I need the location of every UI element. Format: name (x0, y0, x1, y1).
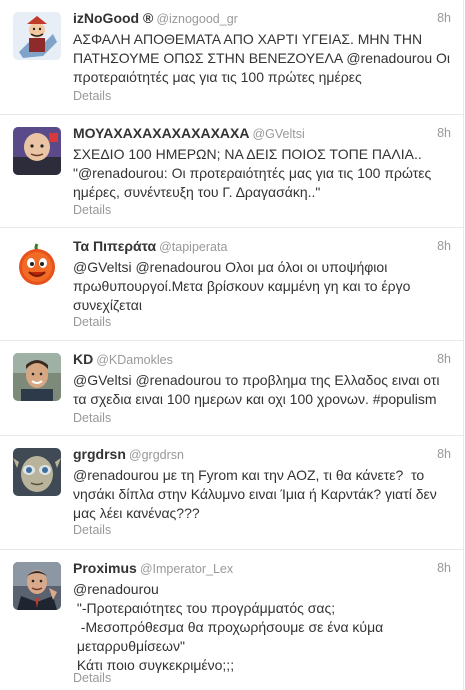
details-link[interactable]: Details (73, 411, 111, 425)
tweet-text-line: συνεχίζεται (73, 297, 142, 313)
author-handle[interactable]: @GVeltsi (252, 127, 304, 141)
details-link[interactable]: Details (73, 671, 111, 685)
tweet-text-line: @GVeltsi @renadourou Ολοι μα όλοι οι υπο… (73, 259, 388, 275)
tweet-text-line: πρωθυπουργοί.Μετα βρίσκουν καμμένη γη κα… (73, 278, 411, 294)
tweet-text: @renadourou "-Προτεραιότητες του προγράμ… (73, 580, 451, 675)
author-name[interactable]: Τα Πιπεράτα (73, 238, 156, 254)
tweet-item[interactable]: KD @KDamokles 8h @GVeltsi @renadourou το … (0, 341, 463, 436)
author-name[interactable]: Proximus (73, 560, 137, 576)
tweet-timestamp[interactable]: 8h (437, 561, 451, 575)
tweet-text-line: προτεραιότητές μας για τις 100 πρώτες ημ… (73, 69, 362, 85)
tweet-text-line: μεταρρυθμίσεων" (73, 638, 185, 654)
author-handle[interactable]: @grgdrsn (129, 448, 184, 462)
author-name[interactable]: grgdrsn (73, 446, 126, 462)
tweet-header: grgdrsn @grgdrsn 8h (73, 446, 451, 464)
author-name[interactable]: KD (73, 351, 93, 367)
pepper-mascot-avatar-icon[interactable] (13, 240, 61, 288)
tweet-text-line: ΣΧΕΔΙΟ 100 ΗΜΕΡΩΝ; ΝΑ ΔΕΙΣ ΠΟΙΟΣ ΤΟΠΕ ΠΑ… (73, 146, 422, 162)
tweet-item[interactable]: Proximus @Imperator_Lex 8h @renadourou "-… (0, 550, 463, 690)
tweet-timestamp[interactable]: 8h (437, 126, 451, 140)
tweet-item[interactable]: Τα Πιπεράτα @tapiperata 8h @GVeltsi @rena… (0, 228, 463, 341)
tweet-timestamp[interactable]: 8h (437, 239, 451, 253)
author-handle[interactable]: @iznogood_gr (156, 12, 238, 26)
tweet-text-line: Κάτι ποιο συγκεκριμένο;;; (73, 657, 235, 673)
details-link[interactable]: Details (73, 523, 111, 537)
details-link[interactable]: Details (73, 315, 111, 329)
details-link[interactable]: Details (73, 203, 111, 217)
tweet-timestamp[interactable]: 8h (437, 352, 451, 366)
author-handle[interactable]: @tapiperata (159, 240, 227, 254)
tweet-timestamp[interactable]: 8h (437, 11, 451, 25)
gollum-avatar-icon[interactable] (13, 448, 61, 496)
tweet-text: ΑΣΦΑΛΗ ΑΠΟΘΕΜΑΤΑ ΑΠΟ ΧΑΡΤΙ ΥΓΕΙΑΣ. ΜΗΝ Τ… (73, 30, 451, 87)
tweet-text-line: @renadourou (73, 581, 159, 597)
tweet-text: @GVeltsi @renadourou Ολοι μα όλοι οι υπο… (73, 258, 451, 315)
details-link[interactable]: Details (73, 89, 111, 103)
tweet-text-line: ΠΑΤΗΣΟΥΜΕ ΟΠΩΣ ΣΤΗΝ ΒΕΝΕΖΟΥΕΛΑ @renadour… (73, 50, 451, 66)
tweet-header: izNoGood ® @iznogood_gr 8h (73, 10, 451, 28)
tweet-text: ΣΧΕΔΙΟ 100 ΗΜΕΡΩΝ; ΝΑ ΔΕΙΣ ΠΟΙΟΣ ΤΟΠΕ ΠΑ… (73, 145, 451, 202)
author-handle[interactable]: @KDamokles (96, 353, 173, 367)
tweet-text-line: ημέρες, συνέντευξη του Γ. Δραγασάκη.." (73, 184, 321, 200)
tweet-feed: izNoGood ® @iznogood_gr 8h ΑΣΦΑΛΗ ΑΠΟΘΕΜΑ… (0, 0, 464, 690)
tweet-text: @renadourou με τη Fyrom και την ΑΟΖ, τι … (73, 466, 451, 523)
tweet-text-line: -Μεσοπρόθεσμα θα προχωρήσουμε σε ένα κύμ… (73, 619, 384, 635)
tweet-text: @GVeltsi @renadourou το προβλημα της Ελλ… (73, 371, 451, 409)
tweet-text-line: @GVeltsi @renadourou το προβλημα της Ελλ… (73, 372, 440, 388)
tweet-header: Τα Πιπεράτα @tapiperata 8h (73, 238, 451, 256)
tweet-text-line: @renadourou με τη Fyrom και την ΑΟΖ, τι … (73, 467, 425, 483)
tweet-item[interactable]: ΜΟΥΑΧΑΧΑΧΑΧΑΧΑΧΑΧΑ @GVeltsi 8h ΣΧΕΔΙΟ 100… (0, 115, 463, 228)
suited-man-avatar-icon[interactable] (13, 562, 61, 610)
tweet-timestamp[interactable]: 8h (437, 447, 451, 461)
tweet-text-line: ΑΣΦΑΛΗ ΑΠΟΘΕΜΑΤΑ ΑΠΟ ΧΑΡΤΙ ΥΓΕΙΑΣ. ΜΗΝ Τ… (73, 31, 423, 47)
bald-villain-avatar-icon[interactable] (13, 127, 61, 175)
author-handle[interactable]: @Imperator_Lex (140, 562, 233, 576)
author-name[interactable]: ΜΟΥΑΧΑΧΑΧΑΧΑΧΑΧΑΧΑ (73, 125, 249, 141)
tweet-text-line: "@renadourou: Οι προτεραιότητές μας για … (73, 165, 432, 181)
tweet-text-line: τα σχεδια ειναι 100 ημερων και οχι 100 χ… (73, 391, 437, 407)
tweet-text-line: νησάκι δίπλα στην Κάλυμνο ειναι Ίμια ή Κ… (73, 486, 437, 502)
tweet-text-line: "-Προτεραιότητες του προγράμματός σας; (73, 600, 336, 616)
tweet-header: KD @KDamokles 8h (73, 351, 451, 369)
tweet-item[interactable]: izNoGood ® @iznogood_gr 8h ΑΣΦΑΛΗ ΑΠΟΘΕΜΑ… (0, 0, 463, 115)
author-name[interactable]: izNoGood ® (73, 10, 153, 26)
tweet-text-line: μας λέει κανένας??? (73, 505, 200, 521)
cartoon-villain-avatar-icon[interactable] (13, 12, 61, 60)
tweet-header: ΜΟΥΑΧΑΧΑΧΑΧΑΧΑΧΑΧΑ @GVeltsi 8h (73, 125, 451, 143)
tweet-item[interactable]: grgdrsn @grgdrsn 8h @renadourou με τη Fyr… (0, 436, 463, 550)
tweet-header: Proximus @Imperator_Lex 8h (73, 560, 451, 578)
man-portrait-avatar-icon[interactable] (13, 353, 61, 401)
